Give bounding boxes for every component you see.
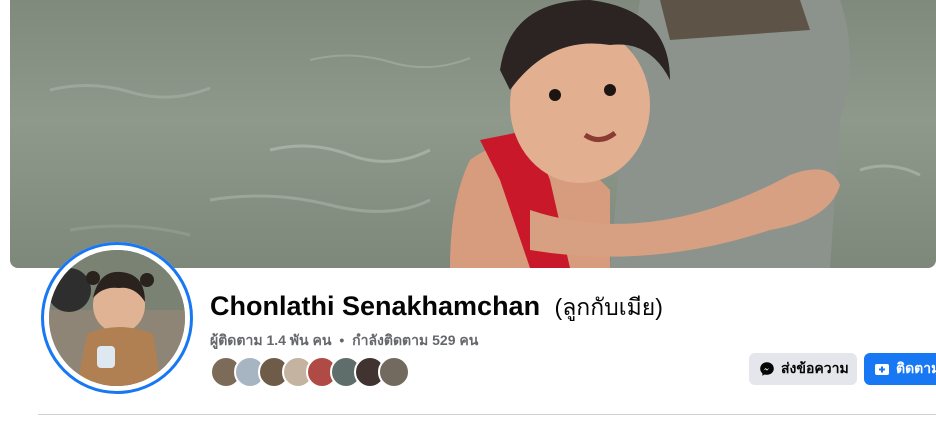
avatar-image (49, 250, 185, 386)
friend-avatar[interactable] (378, 356, 410, 388)
followers-count[interactable]: ผู้ติดตาม 1.4 พัน คน (210, 332, 331, 348)
cover-photo[interactable] (10, 0, 936, 268)
profile-name-row: Chonlathi Senakhamchan (ลูกกับเมีย) (210, 290, 663, 326)
profile-alternate-name: (ลูกกับเมีย) (554, 294, 663, 320)
messenger-icon (759, 361, 775, 377)
following-count[interactable]: กำลังติดตาม 529 คน (352, 332, 478, 348)
cover-photo-image (49, 0, 921, 268)
send-message-button[interactable]: ส่งข้อความ (749, 353, 857, 385)
stats-separator: • (339, 332, 345, 348)
send-message-label: ส่งข้อความ (781, 360, 849, 376)
follow-plus-icon (874, 361, 890, 377)
profile-name[interactable]: Chonlathi Senakhamchan (210, 291, 540, 321)
profile-divider (38, 414, 936, 415)
follow-label: ติดตาม (896, 360, 936, 376)
follow-button[interactable]: ติดตาม (864, 353, 936, 385)
profile-avatar[interactable] (49, 250, 185, 386)
profile-stats: ผู้ติดตาม 1.4 พัน คน • กำลังติดตาม 529 ค… (210, 330, 478, 352)
